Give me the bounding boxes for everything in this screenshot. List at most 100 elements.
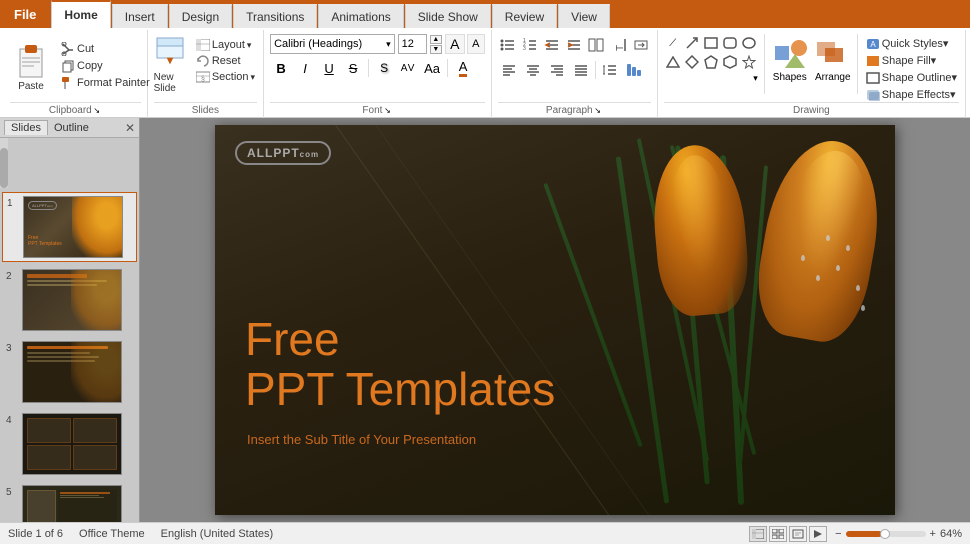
slideshow-view-button[interactable] <box>809 526 827 542</box>
triangle-shape[interactable] <box>664 53 682 71</box>
shapes-dropdown[interactable]: ▾ <box>753 73 758 84</box>
font-collapse[interactable]: ↘ <box>382 106 392 116</box>
font-size-down[interactable]: ▼ <box>430 45 442 54</box>
slide-thumb-img-5 <box>22 485 122 522</box>
normal-view-button[interactable] <box>749 526 767 542</box>
panel-tab-outline[interactable]: Outline <box>48 121 95 135</box>
copy-button[interactable]: Copy <box>59 58 152 74</box>
align-right-button[interactable] <box>546 59 568 81</box>
line-shape[interactable]: ⟋ <box>664 34 682 52</box>
slide-num-5: 5 <box>6 487 18 498</box>
smartart-button[interactable] <box>623 59 645 81</box>
strikethrough-button[interactable]: S <box>342 57 364 79</box>
rect-shape[interactable] <box>702 34 720 52</box>
cut-button[interactable]: Cut <box>59 41 152 57</box>
new-slide-label: New Slide <box>154 72 190 94</box>
slide-subtitle[interactable]: Insert the Sub Title of Your Presentatio… <box>247 432 476 447</box>
tab-insert[interactable]: Insert <box>112 4 168 28</box>
slide-thumbnail-2[interactable]: 2 <box>2 266 137 334</box>
slide-thumb-img-1: Free PPT Templates ALLPPTcom <box>23 196 123 258</box>
svg-text:A: A <box>870 40 876 49</box>
clipboard-group: Paste Cut Copy Format Painter Clipboard <box>4 30 148 118</box>
water-drop-6 <box>861 305 865 311</box>
clipboard-collapse[interactable]: ↘ <box>92 106 102 116</box>
justify-button[interactable] <box>570 59 592 81</box>
text-direction-button[interactable]: T <box>608 34 628 56</box>
shape-effects-button[interactable]: Shape Effects▾ <box>864 87 959 102</box>
shapes-container: ⟋ <box>664 34 758 84</box>
shapes-button[interactable]: Shapes <box>771 34 809 83</box>
canvas-area[interactable]: ALLPPTcom Free PPT Templates Insert the … <box>140 118 970 522</box>
slide-thumb-img-2 <box>22 269 122 331</box>
slide-thumbnail-5[interactable]: 5 <box>2 482 137 522</box>
slide-title[interactable]: Free PPT Templates <box>245 314 555 415</box>
align-left-button[interactable] <box>498 59 520 81</box>
slide-thumbnail-4[interactable]: 4 <box>2 410 137 478</box>
shapes-grid: ⟋ <box>664 34 758 71</box>
quick-styles-button[interactable]: A Quick Styles▾ <box>864 36 959 51</box>
slide-thumbnail-1[interactable]: 1 Free PPT Templates ALLPPTcom <box>2 192 137 262</box>
hexagon-shape[interactable] <box>721 53 739 71</box>
grow-font-button[interactable]: A <box>445 34 465 54</box>
underline-button[interactable]: U <box>318 57 340 79</box>
section-button[interactable]: § Section ▾ <box>194 70 257 84</box>
star-shape[interactable] <box>740 53 758 71</box>
panel-header: Slides Outline ✕ <box>0 118 139 138</box>
align-center-button[interactable] <box>522 59 544 81</box>
layout-button[interactable]: Layout ▾ <box>194 38 257 52</box>
increase-indent-button[interactable] <box>564 34 584 56</box>
tab-design[interactable]: Design <box>169 4 232 28</box>
tab-home[interactable]: Home <box>51 0 110 28</box>
tab-animations[interactable]: Animations <box>318 4 403 28</box>
italic-button[interactable]: I <box>294 57 316 79</box>
font-row1: Calibri (Headings) ▾ 12 ▲ ▼ A A <box>270 34 485 54</box>
reading-view-button[interactable] <box>789 526 807 542</box>
columns-button[interactable] <box>586 34 606 56</box>
numbered-list-button[interactable]: 123 <box>520 34 540 56</box>
paragraph-label-row: Paragraph ↘ <box>498 102 651 118</box>
slide-sorter-button[interactable] <box>769 526 787 542</box>
paste-button[interactable]: Paste <box>10 39 52 94</box>
tab-transitions[interactable]: Transitions <box>233 4 317 28</box>
zoom-level[interactable]: 64% <box>940 528 962 540</box>
font-name-input[interactable]: Calibri (Headings) ▾ <box>270 34 395 54</box>
slide-thumbnail-3[interactable]: 3 <box>2 338 137 406</box>
bold-button[interactable]: B <box>270 57 292 79</box>
panel-close-button[interactable]: ✕ <box>125 121 135 135</box>
oval-shape[interactable] <box>740 34 758 52</box>
new-slide-button[interactable]: ▾ New Slide <box>154 34 190 94</box>
font-size-up[interactable]: ▲ <box>430 35 442 44</box>
tab-view[interactable]: View <box>558 4 610 28</box>
line-spacing-button[interactable] <box>599 59 621 81</box>
format-painter-button[interactable]: Format Painter <box>59 75 152 91</box>
shrink-font-button[interactable]: A <box>467 34 485 54</box>
reset-button[interactable]: Reset <box>194 54 257 68</box>
zoom-minus[interactable]: − <box>835 528 841 540</box>
svg-text:§: § <box>201 76 205 83</box>
tab-review[interactable]: Review <box>492 4 557 28</box>
font-size-input[interactable]: 12 <box>398 34 427 54</box>
convert-button[interactable] <box>631 34 651 56</box>
zoom-slider[interactable] <box>846 531 926 537</box>
panel-tab-slides[interactable]: Slides <box>4 120 48 135</box>
font-color-button[interactable]: A <box>452 57 474 79</box>
decrease-indent-button[interactable] <box>542 34 562 56</box>
slide-panel: Slides Outline ✕ 1 Free PPT Templates AL… <box>0 118 140 522</box>
panel-scrollbar[interactable] <box>0 138 8 188</box>
bullet-list-button[interactable] <box>498 34 518 56</box>
diamond-shape[interactable] <box>683 53 701 71</box>
arrow-shape[interactable] <box>683 34 701 52</box>
arrange-button[interactable]: Arrange <box>815 34 851 83</box>
tab-file[interactable]: File <box>0 0 50 28</box>
pentagon-shape[interactable] <box>702 53 720 71</box>
tab-slideshow[interactable]: Slide Show <box>405 4 491 28</box>
flower-illustration <box>515 125 895 515</box>
change-case-button[interactable]: Aa <box>421 57 443 79</box>
shape-fill-button[interactable]: Shape Fill▾ <box>864 53 959 68</box>
round-rect-shape[interactable] <box>721 34 739 52</box>
char-spacing-button[interactable]: AV <box>397 57 419 79</box>
shape-outline-button[interactable]: Shape Outline▾ <box>864 70 959 85</box>
zoom-plus[interactable]: + <box>930 528 936 540</box>
paragraph-collapse[interactable]: ↘ <box>593 106 603 116</box>
text-shadow-button[interactable]: S <box>373 57 395 79</box>
